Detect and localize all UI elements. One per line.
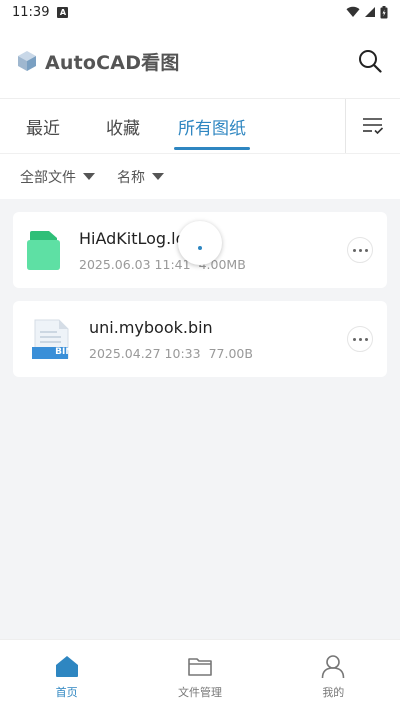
- nav-file-manager-label: 文件管理: [177, 685, 222, 699]
- status-icons: [346, 5, 388, 19]
- file-meta: 2025.04.27 10:33 77.00B: [89, 346, 253, 361]
- sort-name-filter-label: 名称: [117, 169, 145, 186]
- signal-icon: [365, 7, 375, 17]
- dropdown-triangle-icon: [83, 173, 95, 180]
- nav-home-label: 首页: [55, 685, 78, 699]
- more-dot-icon: [352, 337, 356, 341]
- nav-home[interactable]: 首页: [0, 640, 133, 712]
- file-meta: 2025.06.03 11:41 4.00MB: [79, 257, 246, 272]
- autocad-logo-icon: [18, 51, 36, 71]
- home-icon: [55, 655, 78, 677]
- list-check-icon: [363, 118, 384, 135]
- tab-all-drawings[interactable]: 所有图纸: [164, 99, 260, 153]
- loading-spinner: [178, 221, 222, 265]
- user-icon: [322, 654, 345, 678]
- filter-bar: 全部文件 名称: [0, 153, 400, 199]
- file-size: 77.00B: [208, 345, 253, 361]
- more-dot-icon: [358, 337, 362, 341]
- app-title: AutoCAD看图: [45, 51, 180, 74]
- list-sort-button[interactable]: [345, 99, 400, 153]
- folder-icon: [188, 657, 212, 676]
- file-name: uni.mybook.bin: [89, 317, 213, 337]
- tab-favorites[interactable]: 收藏: [82, 99, 164, 153]
- bin-badge-label: BIN: [55, 347, 73, 357]
- notification-a-icon: A: [57, 6, 69, 18]
- file-date: 2025.04.27 10:33: [89, 345, 201, 361]
- nav-file-manager[interactable]: 文件管理: [133, 640, 266, 712]
- file-type-filter[interactable]: 全部文件: [20, 167, 95, 187]
- spinner-dot-icon: [198, 246, 202, 250]
- nav-profile[interactable]: 我的: [267, 640, 400, 712]
- sort-name-filter[interactable]: 名称: [117, 167, 164, 187]
- app-bar: AutoCAD看图: [0, 24, 400, 98]
- more-options-button[interactable]: [347, 326, 373, 352]
- dropdown-triangle-icon: [152, 173, 164, 180]
- more-dot-icon: [364, 337, 368, 341]
- more-dot-icon: [364, 248, 368, 252]
- more-options-button[interactable]: [347, 237, 373, 263]
- nav-profile-label: 我的: [322, 685, 345, 699]
- file-item[interactable]: BIN uni.mybook.bin 2025.04.27 10:33 77.00…: [13, 301, 387, 377]
- file-date: 2025.06.03 11:41: [79, 256, 191, 272]
- status-time: 11:39: [12, 4, 50, 20]
- more-dot-icon: [352, 248, 356, 252]
- search-button[interactable]: [356, 47, 384, 75]
- more-dot-icon: [358, 248, 362, 252]
- file-info: uni.mybook.bin 2025.04.27 10:33 77.00B: [89, 318, 253, 361]
- tab-recent[interactable]: 最近: [0, 99, 82, 153]
- tab-bar: 最近 收藏 所有图纸: [0, 98, 400, 153]
- battery-icon: [380, 5, 388, 18]
- file-type-filter-label: 全部文件: [20, 169, 76, 186]
- wifi-icon: [346, 6, 360, 18]
- search-icon: [359, 50, 382, 73]
- status-bar: 11:39 A: [0, 0, 400, 24]
- bottom-navigation: 首页 文件管理 我的: [0, 639, 400, 712]
- log-file-icon: [27, 231, 60, 270]
